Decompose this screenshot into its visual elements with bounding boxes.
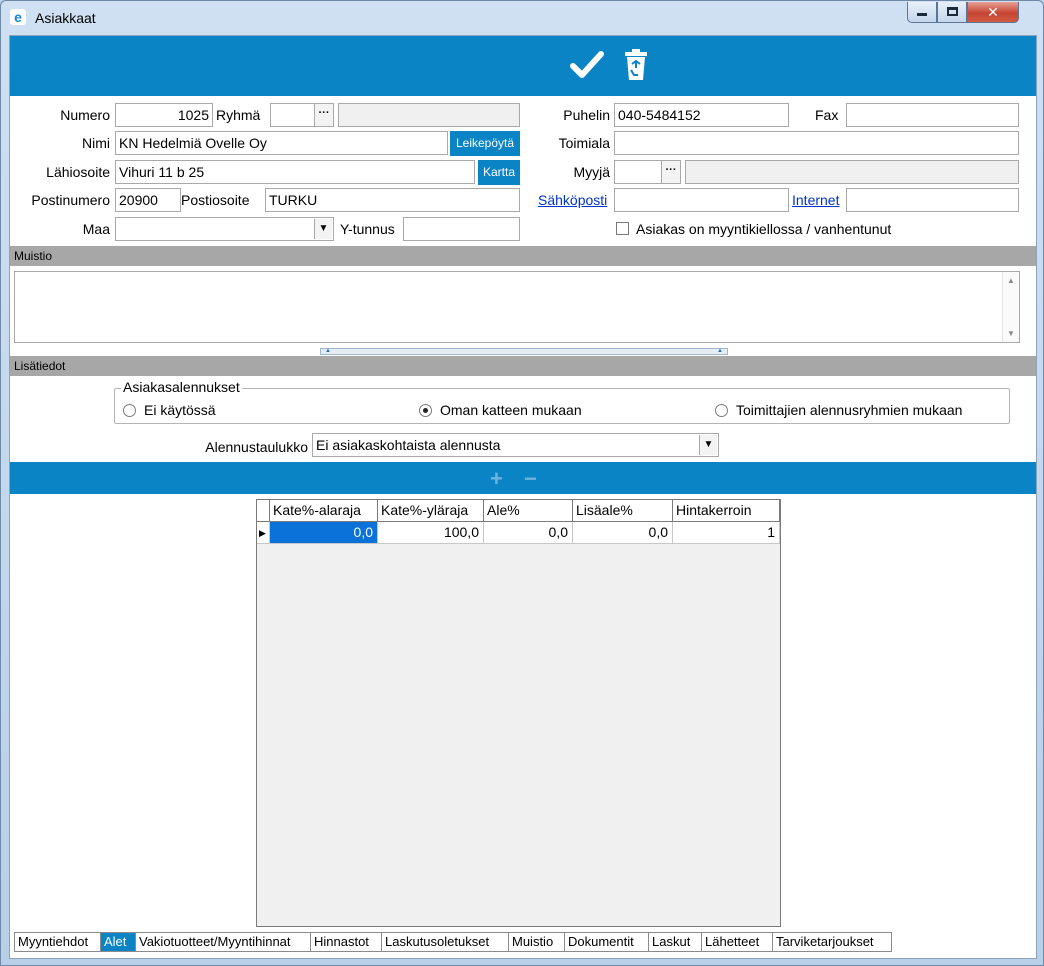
tab-tarviketarjoukset[interactable]: Tarviketarjoukset: [773, 932, 892, 952]
scroll-up-icon[interactable]: ▲: [1007, 276, 1015, 285]
grid-cell[interactable]: 0,0: [484, 522, 573, 544]
client-area: Numero 1025 Ryhmä ··· Nimi KN Hedelmiä O…: [9, 35, 1037, 959]
close-button[interactable]: ✕: [967, 2, 1019, 23]
radio-ei-kaytossa[interactable]: [123, 404, 136, 417]
ryhma-field[interactable]: [270, 103, 315, 127]
alennustaulukko-label: Alennustaulukko: [205, 439, 308, 455]
chevron-down-icon[interactable]: ▼: [314, 219, 332, 239]
save-checkmark-icon[interactable]: [570, 48, 604, 82]
puhelin-label: Puhelin: [563, 107, 610, 123]
lahiosoite-label: Lähiosoite: [46, 164, 110, 180]
maa-label: Maa: [82, 221, 110, 237]
tab-laskut[interactable]: Laskut: [649, 932, 702, 952]
close-icon: ✕: [987, 4, 999, 20]
row-indicator-icon: ▶: [257, 522, 270, 544]
scroll-down-icon[interactable]: ▼: [1007, 329, 1015, 338]
grid-corner: [257, 500, 270, 522]
sahkoposti-link[interactable]: Sähköposti: [538, 192, 607, 208]
tab-myyntiehdot[interactable]: Myyntiehdot: [14, 932, 101, 952]
grid-header-kate-ylaraja[interactable]: Kate%-yläraja: [378, 500, 484, 522]
sahkoposti-field[interactable]: [614, 188, 789, 212]
postiosoite-label: Postiosoite: [181, 192, 250, 208]
nimi-field[interactable]: KN Hedelmiä Ovelle Oy: [115, 131, 448, 155]
remove-row-minus-icon[interactable]: −: [524, 466, 537, 492]
myyja-label: Myyjä: [573, 164, 610, 180]
splitter-left-arrow-icon: ▲: [325, 348, 331, 354]
lisatiedot-header: Lisätiedot: [10, 356, 1036, 376]
grid-header-kate-alaraja[interactable]: Kate%-alaraja: [270, 500, 378, 522]
ryhma-name-field: [338, 103, 520, 127]
radio-ei-kaytossa-label: Ei käytössä: [144, 402, 216, 418]
chevron-down-icon[interactable]: ▼: [699, 435, 717, 455]
ryhma-browse-button[interactable]: ···: [314, 103, 334, 127]
grid-header-lisaale[interactable]: Lisäale%: [573, 500, 673, 522]
minimize-button[interactable]: [907, 2, 937, 23]
customer-window: e Asiakkaat ✕ Numero 1025 Ryhmä ··· Nimi…: [0, 0, 1044, 966]
discount-grid[interactable]: Kate%-alaraja Kate%-yläraja Ale% Lisäale…: [256, 499, 781, 927]
tab-alet[interactable]: Alet: [101, 932, 136, 952]
muistio-scrollbar[interactable]: ▲ ▼: [1002, 272, 1019, 342]
maa-select[interactable]: ▼: [115, 217, 334, 241]
ytunnus-label: Y-tunnus: [340, 221, 395, 237]
radio-toimittajien-alennusryhmat[interactable]: [715, 404, 728, 417]
postinumero-label: Postinumero: [31, 192, 110, 208]
title-bar[interactable]: e Asiakkaat ✕: [1, 1, 1043, 35]
radio-toimittajien-alennusryhmat-label: Toimittajien alennusryhmien mukaan: [736, 402, 963, 418]
alennustaulukko-value: Ei asiakaskohtaista alennusta: [316, 437, 501, 453]
kartta-button[interactable]: Kartta: [478, 160, 520, 185]
grid-cell[interactable]: 100,0: [378, 522, 484, 544]
splitter-right-arrow-icon: ▲: [717, 348, 723, 354]
alennustaulukko-select[interactable]: Ei asiakaskohtaista alennusta ▼: [312, 433, 719, 457]
toimiala-label: Toimiala: [558, 135, 610, 151]
numero-field[interactable]: 1025: [115, 103, 213, 127]
grid-cell[interactable]: 1: [673, 522, 780, 544]
tab-laskutusoletukset[interactable]: Laskutusoletukset: [382, 932, 509, 952]
delete-trash-icon[interactable]: [619, 48, 653, 82]
window-title: Asiakkaat: [35, 10, 96, 26]
postinumero-field[interactable]: 20900: [115, 188, 181, 212]
maximize-button[interactable]: [937, 2, 967, 23]
app-logo-icon: e: [10, 9, 26, 25]
myyja-name-field: [685, 160, 1019, 184]
maximize-icon: [946, 7, 958, 16]
add-row-plus-icon[interactable]: +: [490, 466, 503, 492]
toimiala-field[interactable]: [614, 131, 1019, 155]
postiosoite-field[interactable]: TURKU: [265, 188, 520, 212]
asiakasalennukset-legend: Asiakasalennukset: [121, 379, 242, 395]
nimi-label: Nimi: [82, 135, 110, 151]
myyja-field[interactable]: [614, 160, 662, 184]
lahiosoite-field[interactable]: Vihuri 11 b 25: [115, 160, 475, 184]
main-toolbar: [10, 36, 1036, 96]
radio-oman-katteen-mukaan-label: Oman katteen mukaan: [440, 402, 582, 418]
ytunnus-field[interactable]: [403, 217, 520, 241]
myyntikielto-checkbox[interactable]: [616, 222, 629, 235]
leikepoyta-button[interactable]: Leikepöytä: [450, 131, 520, 156]
tab-vakiotuotteet[interactable]: Vakiotuotteet/Myyntihinnat: [136, 932, 311, 952]
tab-hinnastot[interactable]: Hinnastot: [311, 932, 382, 952]
tab-lahetteet[interactable]: Lähetteet: [702, 932, 773, 952]
fax-label: Fax: [815, 107, 839, 123]
tab-dokumentit[interactable]: Dokumentit: [565, 932, 649, 952]
grid-header-ale[interactable]: Ale%: [484, 500, 573, 522]
tab-muistio[interactable]: Muistio: [509, 932, 565, 952]
numero-label: Numero: [60, 107, 110, 123]
ryhma-label: Ryhmä: [216, 107, 261, 123]
grid-cell[interactable]: 0,0: [270, 522, 378, 544]
myyntikielto-label: Asiakas on myyntikiellossa / vanhentunut: [636, 221, 892, 237]
fax-field[interactable]: [846, 103, 1019, 127]
grid-cell[interactable]: 0,0: [573, 522, 673, 544]
puhelin-field[interactable]: 040-5484152: [614, 103, 789, 127]
radio-oman-katteen-mukaan[interactable]: [419, 404, 432, 417]
internet-field[interactable]: [846, 188, 1019, 212]
internet-link[interactable]: Internet: [792, 192, 839, 208]
minimize-icon: [917, 13, 927, 16]
grid-header-hintakerroin[interactable]: Hintakerroin: [673, 500, 780, 522]
muistio-header: Muistio: [10, 246, 1036, 266]
muistio-textarea[interactable]: ▲ ▼: [14, 271, 1020, 343]
myyja-browse-button[interactable]: ···: [661, 160, 681, 184]
grid-toolbar: + −: [10, 462, 1036, 494]
memo-splitter-handle[interactable]: ▲ ▲: [320, 348, 728, 355]
